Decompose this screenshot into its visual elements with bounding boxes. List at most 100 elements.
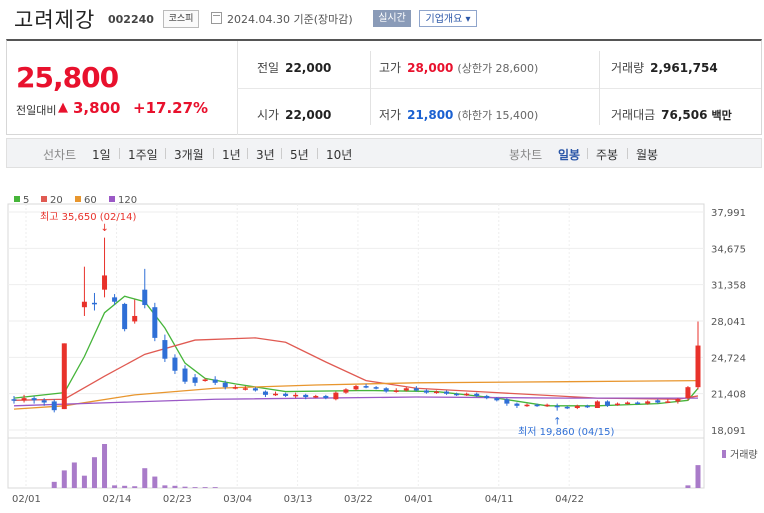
candle-body — [313, 395, 319, 398]
low-price: 저가 21,800 (하한가 15,400) — [379, 106, 538, 123]
candle-body — [584, 405, 590, 408]
candle-body — [484, 395, 490, 399]
candle-body — [615, 403, 621, 406]
tab-3y[interactable]: 3년 — [256, 146, 275, 163]
volume-bar — [61, 470, 67, 488]
x-tick-label: 02/23 — [163, 494, 192, 505]
amount-stat: 거래대금 76,506 백만 — [611, 106, 732, 123]
candle-body — [91, 302, 97, 305]
tab-monthly[interactable]: 월봉 — [636, 146, 658, 163]
volume-bar — [152, 476, 158, 488]
open-label: 시가 — [257, 108, 280, 122]
company-overview-button[interactable]: 기업개요 ▾ — [419, 10, 477, 27]
chart-period-tabs: 선차트 1일 1주일 3개월 1년 3년 5년 10년 봉차트 일봉 주봉 월봉 — [6, 138, 762, 168]
candle-body — [625, 402, 631, 405]
volume-bar — [132, 486, 138, 488]
volume-bar — [695, 465, 701, 488]
candle-body — [172, 357, 178, 371]
candle-body — [695, 345, 701, 388]
legend-swatch — [41, 196, 47, 202]
realtime-button[interactable]: 실시간 — [373, 10, 411, 27]
candle-body — [242, 388, 248, 390]
candle-body — [51, 401, 57, 411]
tab-1y[interactable]: 1년 — [222, 146, 241, 163]
open-value: 22,000 — [285, 108, 332, 122]
volume-legend-label: 거래량 — [730, 449, 758, 461]
volume-bar — [112, 485, 118, 488]
x-tick-label: 02/14 — [103, 494, 132, 505]
current-price: 25,800 — [16, 61, 119, 94]
x-tick-label: 02/01 — [12, 494, 41, 505]
tab-divider — [587, 148, 588, 159]
low-annotation: 최저 19,860 (04/15) — [518, 426, 614, 438]
candle-body — [413, 388, 419, 391]
stock-name: 고려제강 — [14, 8, 96, 32]
tab-weekly[interactable]: 주봉 — [596, 146, 618, 163]
tab-divider — [317, 148, 318, 159]
candle-body — [433, 391, 439, 394]
candle-body — [122, 303, 128, 330]
candle-body — [383, 388, 389, 392]
candle-body — [554, 405, 560, 408]
volume-bar — [212, 487, 218, 488]
candle-body — [262, 391, 268, 395]
candle-body — [81, 301, 87, 308]
stock-chart[interactable]: 37,991 34,675 31,358 28,041 24,724 21,408 18,0… — [0, 186, 764, 513]
column-divider — [599, 51, 600, 125]
candle-body — [293, 394, 299, 397]
volume-bar — [685, 485, 691, 488]
x-tick-label: 04/11 — [485, 494, 514, 505]
legend-swatch — [75, 196, 81, 202]
up-arrow-icon: ▲ — [58, 100, 68, 115]
y-tick-label: 24,724 — [711, 353, 746, 364]
candle-body — [323, 395, 329, 399]
change-label: 전일대비 — [16, 104, 57, 117]
candle-body — [504, 399, 510, 404]
line-chart-heading: 선차트 — [43, 148, 77, 162]
high-label: 고가 — [379, 61, 402, 75]
candle-body — [343, 389, 349, 393]
calendar-icon — [211, 12, 222, 24]
market-badge: 코스피 — [163, 10, 199, 28]
tab-1d[interactable]: 1일 — [92, 146, 111, 163]
volume-bar — [182, 486, 188, 488]
candle-body — [102, 275, 108, 290]
tab-10y[interactable]: 10년 — [326, 146, 352, 163]
candle-body — [21, 398, 27, 401]
high-annotation: 최고 35,650 (02/14) — [40, 211, 136, 223]
prev-value: 22,000 — [285, 61, 332, 75]
tab-5y[interactable]: 5년 — [290, 146, 309, 163]
prev-close: 전일 22,000 — [257, 59, 331, 76]
change-rate: +17.27% — [133, 99, 209, 117]
x-tick-label: 03/04 — [223, 494, 252, 505]
legend-label: 5 — [23, 195, 29, 206]
stock-code: 002240 — [108, 13, 154, 26]
row-divider — [237, 88, 761, 89]
y-tick-label: 31,358 — [711, 281, 746, 292]
volume-bar — [142, 468, 148, 488]
tab-3m[interactable]: 3개월 — [174, 146, 204, 163]
tab-divider — [119, 148, 120, 159]
x-tick-label: 04/22 — [555, 494, 584, 505]
current-price-box: 25,800 전일대비 ▲ 3,800 +17.27% — [7, 41, 238, 135]
candle-body — [41, 400, 47, 403]
candle-body — [524, 404, 530, 407]
volume-bar — [81, 475, 87, 488]
candle-body — [675, 399, 681, 402]
tab-1w[interactable]: 1주일 — [128, 146, 158, 163]
candle-body — [534, 404, 540, 407]
high-arrow-icon: ↓ — [101, 223, 109, 234]
candle-body — [61, 343, 67, 410]
candle-body — [222, 382, 228, 388]
candle-body — [353, 386, 359, 390]
volume-stat: 거래량 2,961,754 — [611, 59, 718, 76]
candle-body — [112, 297, 118, 302]
candle-body — [303, 394, 309, 398]
candle-body — [645, 401, 651, 404]
candle-body — [403, 388, 409, 391]
tab-daily[interactable]: 일봉 — [558, 146, 580, 163]
date-value: 2024.04.30 — [227, 13, 290, 26]
candle-body — [393, 390, 399, 392]
tab-divider — [627, 148, 628, 159]
candle-body — [162, 340, 168, 359]
